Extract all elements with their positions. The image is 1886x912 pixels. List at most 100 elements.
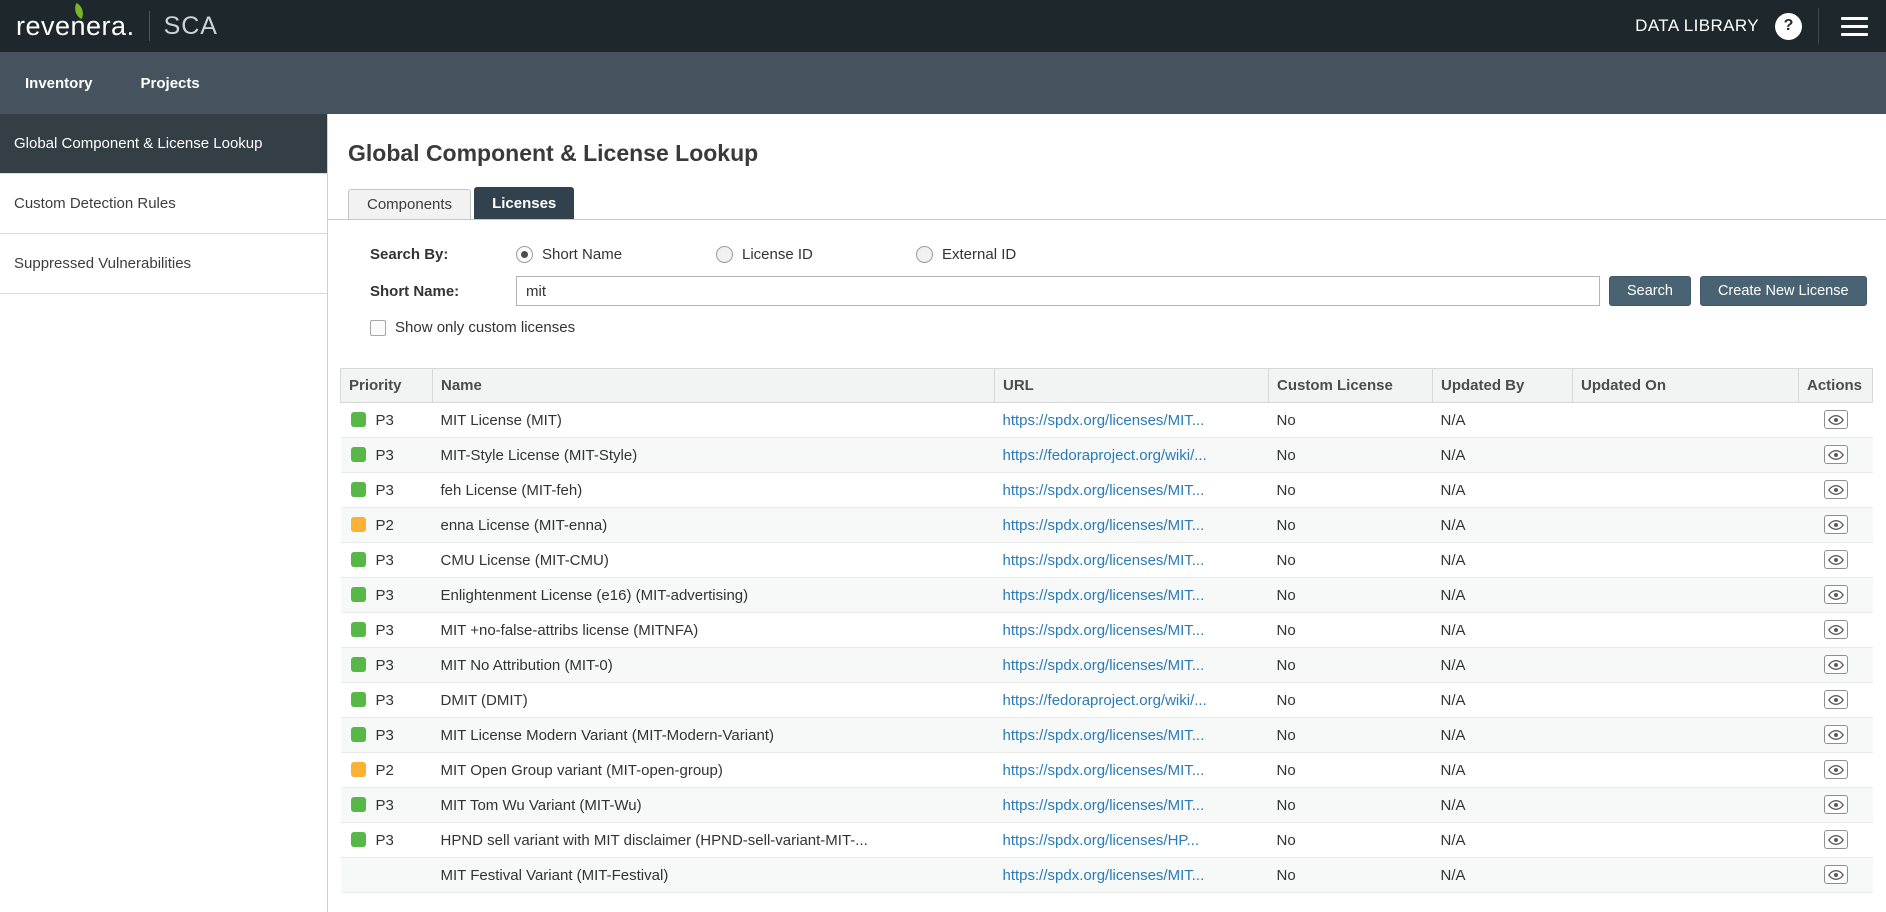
url-cell: https://fedoraproject.org/wiki/... <box>995 683 1269 718</box>
license-url-link[interactable]: https://spdx.org/licenses/MIT... <box>1003 552 1205 569</box>
url-cell: https://spdx.org/licenses/MIT... <box>995 648 1269 683</box>
sidebar-item-suppressed-vulnerabilities[interactable]: Suppressed Vulnerabilities <box>0 234 327 294</box>
table-row[interactable]: P2enna License (MIT-enna)https://spdx.or… <box>341 508 1873 543</box>
primary-nav: Inventory Projects <box>0 52 1886 114</box>
license-name: MIT License (MIT) <box>433 403 995 438</box>
table-row[interactable]: P3MIT Tom Wu Variant (MIT-Wu)https://spd… <box>341 788 1873 823</box>
url-cell: https://spdx.org/licenses/MIT... <box>995 473 1269 508</box>
eye-icon <box>1828 624 1844 636</box>
view-license-button[interactable] <box>1824 865 1848 884</box>
radio-option-license-id[interactable]: License ID <box>716 246 916 263</box>
eye-icon <box>1828 834 1844 846</box>
sidebar-item-custom-detection-rules[interactable]: Custom Detection Rules <box>0 174 327 234</box>
column-header-url[interactable]: URL <box>995 369 1269 403</box>
nav-item-projects[interactable]: Projects <box>141 75 200 92</box>
table-row[interactable]: P3MIT +no-false-attribs license (MITNFA)… <box>341 613 1873 648</box>
updated-on-value <box>1573 438 1799 473</box>
radio-option-short-name[interactable]: Short Name <box>516 246 716 263</box>
tab-bar: ComponentsLicenses <box>328 187 1886 220</box>
license-url-link[interactable]: https://spdx.org/licenses/MIT... <box>1003 482 1205 499</box>
url-cell: https://spdx.org/licenses/MIT... <box>995 858 1269 893</box>
view-license-button[interactable] <box>1824 795 1848 814</box>
column-header-updated-by[interactable]: Updated By <box>1433 369 1573 403</box>
license-url-link[interactable]: https://spdx.org/licenses/MIT... <box>1003 587 1205 604</box>
priority-label: P3 <box>376 622 394 639</box>
table-row[interactable]: P3feh License (MIT-feh)https://spdx.org/… <box>341 473 1873 508</box>
eye-icon <box>1828 414 1844 426</box>
license-url-link[interactable]: https://fedoraproject.org/wiki/... <box>1003 447 1207 464</box>
custom-license-value: No <box>1269 578 1433 613</box>
column-header-actions[interactable]: Actions <box>1799 369 1873 403</box>
data-library-link[interactable]: DATA LIBRARY <box>1635 16 1759 36</box>
app-window: revenera. SCA DATA LIBRARY ? InventoryPr… <box>0 0 1886 912</box>
column-header-name[interactable]: Name <box>433 369 995 403</box>
column-header-updated-on[interactable]: Updated On <box>1573 369 1799 403</box>
table-row[interactable]: P3Enlightenment License (e16) (MIT-adver… <box>341 578 1873 613</box>
priority-label: P3 <box>376 587 394 604</box>
view-license-button[interactable] <box>1824 585 1848 604</box>
search-button[interactable]: Search <box>1609 276 1691 306</box>
table-row[interactable]: P3HPND sell variant with MIT disclaimer … <box>341 823 1873 858</box>
view-license-button[interactable] <box>1824 620 1848 639</box>
content-row: Global Component & License LookupCustom … <box>0 114 1886 912</box>
actions-cell <box>1799 858 1873 893</box>
table-row[interactable]: P3MIT License (MIT)https://spdx.org/lice… <box>341 403 1873 438</box>
updated-on-value <box>1573 788 1799 823</box>
license-url-link[interactable]: https://spdx.org/licenses/MIT... <box>1003 412 1205 429</box>
updated-by-value: N/A <box>1433 648 1573 683</box>
priority-label: P3 <box>376 692 394 709</box>
table-row[interactable]: P3DMIT (DMIT)https://fedoraproject.org/w… <box>341 683 1873 718</box>
url-cell: https://spdx.org/licenses/MIT... <box>995 578 1269 613</box>
table-row[interactable]: P3MIT-Style License (MIT-Style)https://f… <box>341 438 1873 473</box>
view-license-button[interactable] <box>1824 760 1848 779</box>
priority-label: P3 <box>376 727 394 744</box>
short-name-input[interactable] <box>516 276 1600 306</box>
custom-license-value: No <box>1269 613 1433 648</box>
license-url-link[interactable]: https://spdx.org/licenses/MIT... <box>1003 867 1205 884</box>
view-license-button[interactable] <box>1824 445 1848 464</box>
license-url-link[interactable]: https://spdx.org/licenses/MIT... <box>1003 622 1205 639</box>
actions-cell <box>1799 823 1873 858</box>
license-url-link[interactable]: https://spdx.org/licenses/MIT... <box>1003 657 1205 674</box>
custom-license-value: No <box>1269 473 1433 508</box>
priority-cell: P2 <box>341 508 433 543</box>
license-url-link[interactable]: https://spdx.org/licenses/HP... <box>1003 832 1200 849</box>
help-icon[interactable]: ? <box>1775 13 1802 40</box>
hamburger-menu-icon[interactable] <box>1835 13 1876 40</box>
license-url-link[interactable]: https://spdx.org/licenses/MIT... <box>1003 762 1205 779</box>
view-license-button[interactable] <box>1824 550 1848 569</box>
view-license-button[interactable] <box>1824 690 1848 709</box>
tab-licenses[interactable]: Licenses <box>474 187 574 219</box>
table-row[interactable]: P3MIT License Modern Variant (MIT-Modern… <box>341 718 1873 753</box>
license-url-link[interactable]: https://spdx.org/licenses/MIT... <box>1003 727 1205 744</box>
priority-badge <box>351 447 366 462</box>
table-row[interactable]: P3CMU License (MIT-CMU)https://spdx.org/… <box>341 543 1873 578</box>
view-license-button[interactable] <box>1824 830 1848 849</box>
tab-components[interactable]: Components <box>348 189 471 219</box>
priority-badge <box>351 482 366 497</box>
priority-badge <box>351 552 366 567</box>
radio-label: External ID <box>942 246 1016 263</box>
create-new-license-button[interactable]: Create New License <box>1700 276 1867 306</box>
custom-license-value: No <box>1269 508 1433 543</box>
column-header-custom-license[interactable]: Custom License <box>1269 369 1433 403</box>
license-url-link[interactable]: https://spdx.org/licenses/MIT... <box>1003 797 1205 814</box>
view-license-button[interactable] <box>1824 725 1848 744</box>
license-url-link[interactable]: https://spdx.org/licenses/MIT... <box>1003 517 1205 534</box>
product-name: SCA <box>164 12 218 41</box>
view-license-button[interactable] <box>1824 515 1848 534</box>
column-header-priority[interactable]: Priority <box>341 369 433 403</box>
radio-option-external-id[interactable]: External ID <box>916 246 1116 263</box>
license-url-link[interactable]: https://fedoraproject.org/wiki/... <box>1003 692 1207 709</box>
nav-item-inventory[interactable]: Inventory <box>25 75 93 92</box>
priority-cell: P3 <box>341 543 433 578</box>
table-row[interactable]: MIT Festival Variant (MIT-Festival)https… <box>341 858 1873 893</box>
view-license-button[interactable] <box>1824 655 1848 674</box>
table-row[interactable]: P2MIT Open Group variant (MIT-open-group… <box>341 753 1873 788</box>
view-license-button[interactable] <box>1824 410 1848 429</box>
view-license-button[interactable] <box>1824 480 1848 499</box>
sidebar-item-global-component-license-lookup[interactable]: Global Component & License Lookup <box>0 114 327 174</box>
show-custom-checkbox[interactable] <box>370 320 386 336</box>
actions-cell <box>1799 508 1873 543</box>
table-row[interactable]: P3MIT No Attribution (MIT-0)https://spdx… <box>341 648 1873 683</box>
